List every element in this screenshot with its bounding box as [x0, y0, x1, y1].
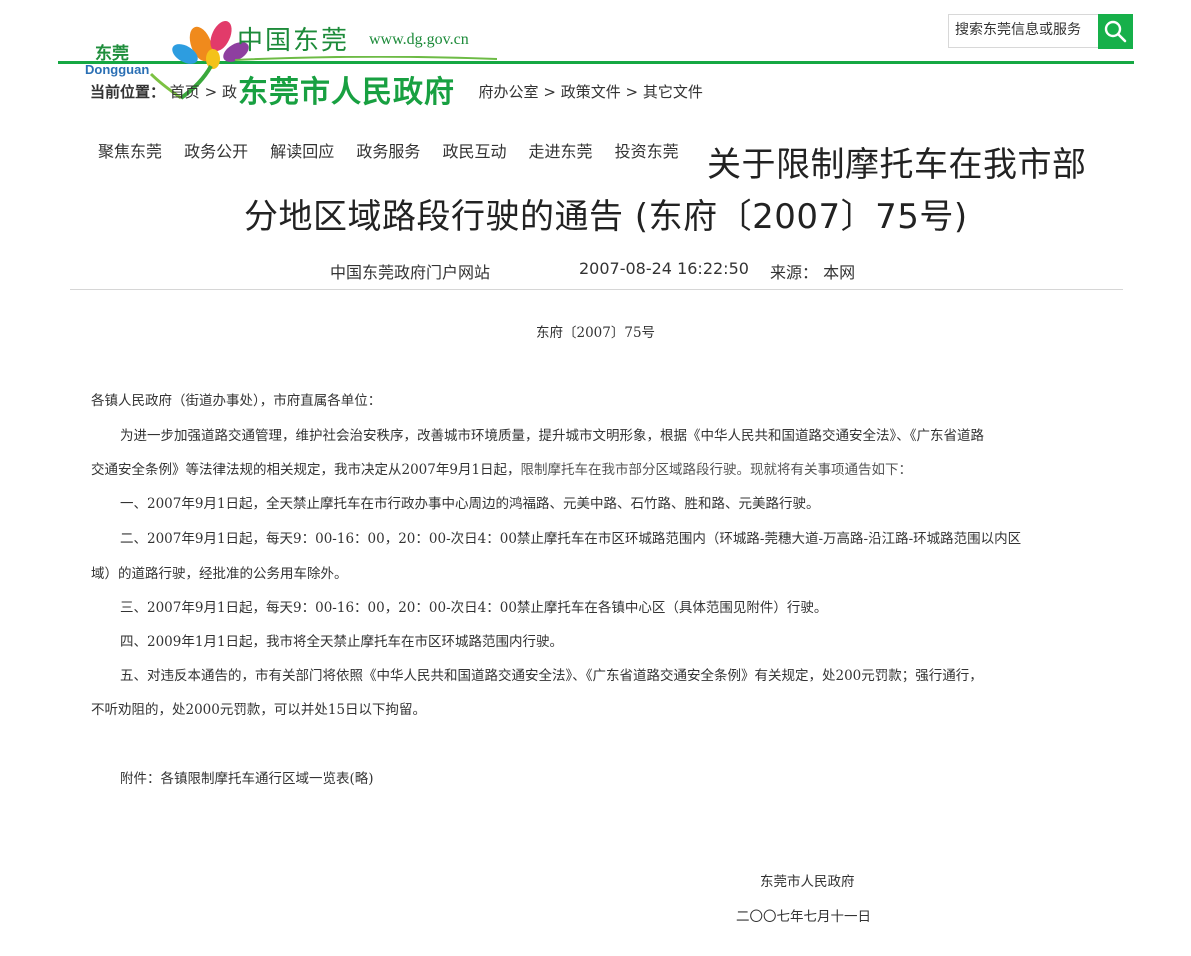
logo-site-cn: 中国东莞	[237, 26, 350, 56]
nav-item-invest[interactable]: 投资东莞	[615, 142, 679, 161]
body-line: 交通安全条例》等法律法规的相关规定，我市决定从2007年9月1日起，限制摩托车在…	[91, 458, 912, 478]
article-title-line2: 分地区域路段行驶的通告 (东府〔2007〕75号)	[244, 197, 968, 237]
body-line: 二、2007年9月1日起，每天9：00-16：00，20：00-次日4：00禁止…	[120, 531, 1022, 547]
article-datetime: 2007-08-24 16:22:50	[579, 259, 749, 278]
body-line: 四、2009年1月1日起，我市将全天禁止摩托车在市区环城路范围内行驶。	[120, 634, 564, 650]
attachment-note: 附件：各镇限制摩托车通行区域一览表(略)	[120, 771, 374, 787]
meta-divider	[70, 289, 1123, 290]
search-button[interactable]	[1098, 14, 1133, 49]
body-line-part: 限制摩托车在我市部分区域路段行驶。现就将有关事项通告如下：	[520, 462, 913, 478]
breadcrumb-label: 当前位置：	[90, 83, 166, 101]
body-line: 三、2007年9月1日起，每天9：00-16：00，20：00-次日4：00禁止…	[120, 600, 828, 616]
logo-city-cn: 东莞	[95, 44, 129, 64]
signature-org: 东莞市人民政府	[760, 874, 855, 890]
body-line: 为进一步加强道路交通管理，维护社会治安秩序，改善城市环境质量，提升城市文明形象，…	[120, 428, 984, 444]
body-line: 一、2007年9月1日起，全天禁止摩托车在市行政办事中心周边的鸿福路、元美中路、…	[120, 496, 820, 512]
main-nav: 聚焦东莞 政务公开 解读回应 政务服务 政民互动 走进东莞 投资东莞	[98, 138, 696, 162]
nav-item-services[interactable]: 政务服务	[356, 142, 420, 161]
nav-item-focus[interactable]: 聚焦东莞	[98, 142, 162, 161]
nav-item-interpretation[interactable]: 解读回应	[270, 142, 334, 161]
breadcrumb: 当前位置： 首页 > 政 府办公室 > 政策文件 > 其它文件	[90, 81, 703, 102]
breadcrumb-separator: >	[204, 83, 218, 101]
logo-swoosh	[235, 56, 497, 61]
body-line-part: 交通安全条例》等法律法规的相关规定，我市决定从2007年9月1日起，	[91, 462, 521, 478]
breadcrumb-item[interactable]: 政	[222, 83, 237, 101]
search-input[interactable]	[949, 15, 1095, 45]
logo-url: www.dg.gov.cn	[369, 31, 469, 48]
logo-city-en: Dongguan	[85, 62, 150, 77]
body-line: 五、对违反本通告的，市有关部门将依照《中华人民共和国道路交通安全法》、《广东省道…	[120, 668, 983, 684]
nav-item-interaction[interactable]: 政民互动	[442, 142, 506, 161]
article-site: 中国东莞政府门户网站	[330, 263, 491, 282]
search-icon	[1104, 20, 1127, 43]
addressee: 各镇人民政府（街道办事处），市府直属各单位：	[91, 393, 382, 409]
signature-date: 二〇〇七年七月十一日	[736, 909, 871, 925]
body-line: 域）的道路行驶，经批准的公务用车除外。	[91, 566, 348, 582]
article-source: 来源： 本网	[770, 263, 856, 282]
article-title-line1: 关于限制摩托车在我市部	[707, 145, 1087, 185]
breadcrumb-home[interactable]: 首页	[170, 83, 200, 101]
breadcrumb-current[interactable]: 其它文件	[643, 83, 703, 101]
nav-item-gov-affairs[interactable]: 政务公开	[184, 142, 248, 161]
breadcrumb-separator: >	[625, 83, 639, 101]
doc-number: 东府〔2007〕75号	[536, 325, 656, 341]
body-line: 不听劝阻的，处2000元罚款，可以并处15日以下拘留。	[91, 702, 427, 718]
breadcrumb-separator: >	[543, 83, 556, 101]
nav-item-about[interactable]: 走进东莞	[529, 142, 593, 161]
search-box	[948, 14, 1098, 48]
breadcrumb-item[interactable]: 府办公室	[479, 83, 539, 101]
breadcrumb-item[interactable]: 政策文件	[561, 83, 621, 101]
